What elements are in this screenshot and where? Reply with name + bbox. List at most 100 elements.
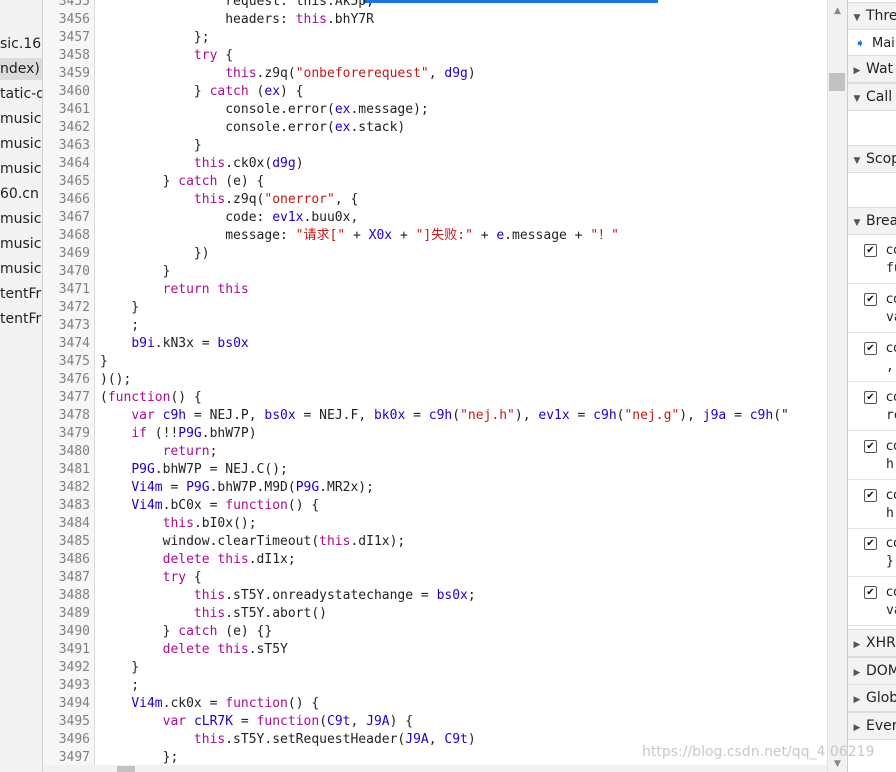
line-number[interactable]: 3457 <box>43 29 94 47</box>
line-number[interactable]: 3471 <box>43 281 94 299</box>
line-number[interactable]: 3478 <box>43 407 94 425</box>
line-number[interactable]: 3458 <box>43 47 94 65</box>
line-number[interactable]: 3491 <box>43 641 94 659</box>
line-number[interactable]: 3472 <box>43 299 94 317</box>
debugger-sidebar: ▼Thre ➧Mai ▶Wat ▼Call ▼Scop ▼Brea ✔cofu✔… <box>847 0 896 772</box>
breakpoint-item[interactable]: ✔ co h <box>848 432 896 480</box>
line-number[interactable]: 3479 <box>43 425 94 443</box>
line-number[interactable]: 3465 <box>43 173 94 191</box>
code-token: = <box>233 714 257 729</box>
file-tree-item[interactable]: tatic-d <box>0 83 42 105</box>
line-number[interactable]: 3487 <box>43 569 94 587</box>
code-line: ; <box>100 677 139 695</box>
line-number[interactable]: 3466 <box>43 191 94 209</box>
chevron-right-icon: ▶ <box>853 66 861 76</box>
line-number[interactable]: 3474 <box>43 335 94 353</box>
line-number[interactable]: 3482 <box>43 479 94 497</box>
threads-section-header[interactable]: ▼ Thre <box>848 2 896 30</box>
line-number[interactable]: 3494 <box>43 695 94 713</box>
code-token: () { <box>287 498 320 513</box>
code-line: console.error(ex.message); <box>100 101 429 119</box>
horizontal-scrollbar[interactable] <box>43 765 827 772</box>
line-number[interactable]: 3467 <box>43 209 94 227</box>
breakpoint-item[interactable]: ✔ co va <box>848 285 896 333</box>
file-tree-item[interactable]: ndex) <box>0 58 42 80</box>
global-listeners-header[interactable]: ▶ Glob <box>848 684 896 712</box>
call-stack-section-header[interactable]: ▼ Call <box>848 83 896 111</box>
line-number[interactable]: 3464 <box>43 155 94 173</box>
breakpoint-checkbox[interactable]: ✔ <box>864 342 877 355</box>
line-number[interactable]: 3473 <box>43 317 94 335</box>
line-number[interactable]: 3476 <box>43 371 94 389</box>
xhr-breakpoints-header[interactable]: ▶ XHR <box>848 629 896 657</box>
scroll-up-arrow-icon[interactable]: ▲ <box>828 6 847 16</box>
line-number[interactable]: 3496 <box>43 731 94 749</box>
file-tree-item[interactable]: sic.163 <box>0 33 42 55</box>
breakpoints-section-header[interactable]: ▼ Brea <box>848 207 896 235</box>
line-number[interactable]: 3488 <box>43 587 94 605</box>
line-number[interactable]: 3483 <box>43 497 94 515</box>
file-tree-item[interactable]: tentFr <box>0 308 41 330</box>
watch-section-header[interactable]: ▶ Wat <box>848 55 896 83</box>
breakpoint-checkbox[interactable]: ✔ <box>864 489 877 502</box>
code-token: = <box>569 408 594 423</box>
code-editor[interactable]: 3455 3456 3457 3458 3459 3460 3461 3462 3463 3464… <box>43 0 827 765</box>
breakpoint-checkbox[interactable]: ✔ <box>864 537 877 550</box>
line-number[interactable]: 3477 <box>43 389 94 407</box>
line-number[interactable]: 3459 <box>43 65 94 83</box>
line-number[interactable]: 3475 <box>43 353 94 371</box>
line-number[interactable]: 3470 <box>43 263 94 281</box>
breakpoint-item[interactable]: ✔ co fu <box>848 236 896 284</box>
line-number[interactable]: 3481 <box>43 461 94 479</box>
line-number[interactable]: 3486 <box>43 551 94 569</box>
line-number[interactable]: 3484 <box>43 515 94 533</box>
line-number[interactable]: 3460 <box>43 83 94 101</box>
line-number[interactable]: 3463 <box>43 137 94 155</box>
code-token: } <box>100 624 179 639</box>
file-tree-item[interactable]: music.1 <box>0 258 42 280</box>
breakpoint-checkbox[interactable]: ✔ <box>864 440 877 453</box>
breakpoint-item[interactable]: ✔ co h <box>848 481 896 529</box>
line-number[interactable]: 3489 <box>43 605 94 623</box>
file-tree-item[interactable]: music. <box>0 158 42 180</box>
file-tree-item[interactable]: tentFr <box>0 283 41 305</box>
file-tree-item[interactable]: 60.cn <box>0 183 39 205</box>
file-tree-item[interactable]: music.1 <box>0 233 42 255</box>
breakpoint-checkbox[interactable]: ✔ <box>864 293 877 306</box>
file-tree-item[interactable]: music.1 <box>0 208 42 230</box>
line-number[interactable]: 3497 <box>43 749 94 765</box>
scope-section-header[interactable]: ▼ Scop <box>848 145 896 173</box>
line-number[interactable]: 3493 <box>43 677 94 695</box>
breakpoint-checkbox[interactable]: ✔ <box>864 244 877 257</box>
code-token: }; <box>100 750 179 765</box>
line-number[interactable]: 3469 <box>43 245 94 263</box>
line-number[interactable]: 3456 <box>43 11 94 29</box>
breakpoint-item[interactable]: ✔ co va <box>848 578 896 626</box>
file-tree-item[interactable]: music. <box>0 133 42 155</box>
line-number[interactable]: 3485 <box>43 533 94 551</box>
line-number[interactable]: 3480 <box>43 443 94 461</box>
dom-breakpoints-header[interactable]: ▶ DOM <box>848 657 896 685</box>
vertical-scrollbar-thumb[interactable] <box>829 73 845 91</box>
line-number[interactable]: 3495 <box>43 713 94 731</box>
scroll-down-arrow-icon[interactable]: ▼ <box>828 759 847 769</box>
breakpoint-item[interactable]: ✔ co re <box>848 383 896 431</box>
line-number[interactable]: 3455 <box>43 0 94 11</box>
chevron-right-icon: ▶ <box>853 695 861 705</box>
line-number[interactable]: 3462 <box>43 119 94 137</box>
line-number[interactable]: 3461 <box>43 101 94 119</box>
breakpoint-checkbox[interactable]: ✔ <box>864 586 877 599</box>
file-tree-item[interactable]: music. <box>0 108 42 130</box>
line-number[interactable]: 3490 <box>43 623 94 641</box>
thread-item-main[interactable]: ➧ Mai <box>848 32 896 54</box>
breakpoint-item[interactable]: ✔ co} <box>848 529 896 577</box>
breakpoint-checkbox[interactable]: ✔ <box>864 391 877 404</box>
line-number[interactable]: 3492 <box>43 659 94 677</box>
vertical-scrollbar[interactable]: ▲ ▼ <box>827 0 847 772</box>
breakpoint-item[interactable]: ✔ co, <box>848 334 896 382</box>
horizontal-scrollbar-thumb[interactable] <box>117 766 135 772</box>
event-listener-breakpoints-header[interactable]: ▶ Ever <box>848 712 896 740</box>
line-number[interactable]: 3468 <box>43 227 94 245</box>
